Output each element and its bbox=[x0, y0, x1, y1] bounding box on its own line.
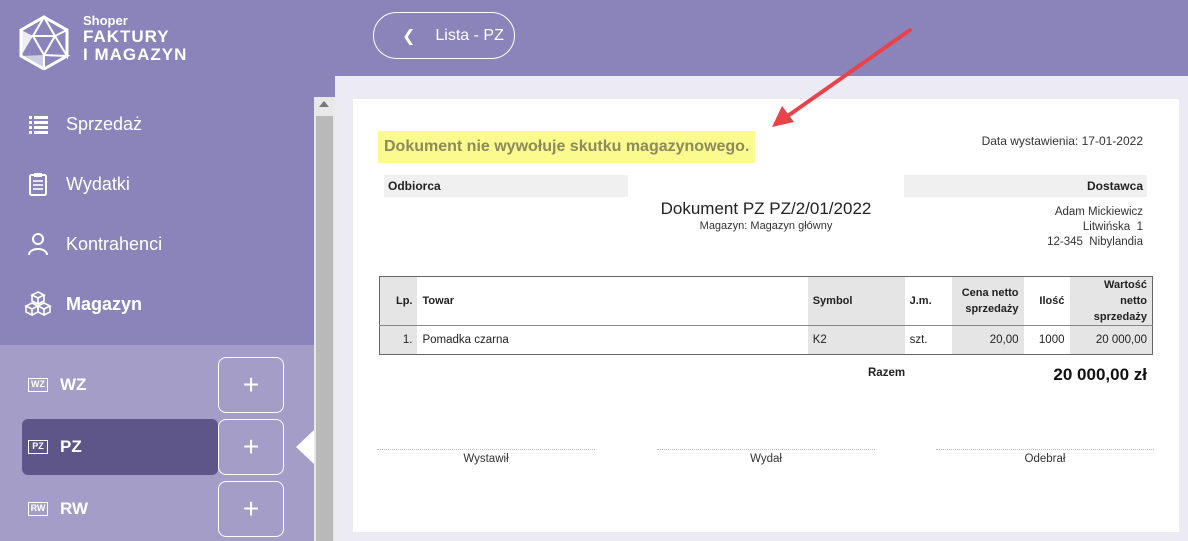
nav-label-wydatki: Wydatki bbox=[66, 173, 130, 194]
brand-small: Shoper bbox=[83, 13, 128, 28]
supplier-city: 12-345 Nibylandia bbox=[1047, 236, 1143, 248]
col-symbol: Symbol bbox=[807, 276, 905, 326]
signature-issued: Wystawił bbox=[377, 449, 595, 465]
issue-date: Data wystawienia: 17-01-2022 bbox=[981, 134, 1143, 148]
sidebar-scrollbar[interactable] bbox=[314, 97, 335, 541]
total-value: 20 000,00 zł bbox=[1053, 365, 1147, 384]
back-button-label: Lista - PZ bbox=[435, 26, 504, 44]
scroll-up-arrow-icon[interactable] bbox=[319, 101, 329, 107]
active-pointer bbox=[296, 430, 314, 464]
clipboard-icon bbox=[29, 173, 47, 196]
subnav-item-pz[interactable]: PZ PZ bbox=[22, 419, 218, 475]
add-pz-button[interactable]: + bbox=[218, 419, 284, 475]
no-stock-effect-notice: Dokument nie wywołuje skutku magazynoweg… bbox=[378, 131, 756, 163]
cell-lp: 1. bbox=[379, 325, 418, 355]
document-preview: Dokument nie wywołuje skutku magazynoweg… bbox=[353, 99, 1179, 532]
subnav-panel: WZ WZ + PZ PZ + RW RW + bbox=[0, 345, 314, 541]
col-wartosc: Wartość netto sprzedaży bbox=[1069, 276, 1153, 326]
table-row: 1. Pomadka czarna K2 szt. 20,00 1000 20 … bbox=[379, 325, 1153, 355]
pz-doc-icon: PZ bbox=[28, 440, 48, 454]
nav-item-kontrahenci[interactable]: Kontrahenci bbox=[24, 230, 162, 258]
cell-ilosc: 1000 bbox=[1023, 325, 1070, 355]
wz-doc-icon: WZ bbox=[28, 378, 48, 392]
add-wz-button[interactable]: + bbox=[218, 357, 284, 413]
person-icon bbox=[28, 233, 48, 256]
signature-received: Odebrał bbox=[936, 449, 1154, 465]
logo[interactable]: Shoper FAKTURY I MAGAZYN bbox=[16, 14, 266, 70]
cell-symbol: K2 bbox=[807, 325, 905, 355]
brand-line2: I MAGAZYN bbox=[83, 45, 188, 64]
table-header-row: Lp. Towar Symbol J.m. Cena netto sprzeda… bbox=[379, 276, 1153, 326]
col-towar: Towar bbox=[417, 276, 808, 326]
cell-jm: szt. bbox=[904, 325, 952, 355]
list-icon bbox=[29, 116, 48, 134]
nav-item-wydatki[interactable]: Wydatki bbox=[24, 170, 130, 198]
logo-hexagon-icon bbox=[19, 15, 71, 70]
recipient-header: Odbiorca bbox=[384, 175, 628, 197]
subnav-label-pz: PZ bbox=[60, 437, 82, 456]
rw-doc-icon: RW bbox=[28, 502, 48, 516]
brand-line1: FAKTURY bbox=[83, 27, 170, 46]
supplier-header: Dostawca bbox=[904, 175, 1147, 197]
supplier-address: Adam Mickiewicz Litwińska 1 12-345 Nibyl… bbox=[1047, 205, 1143, 250]
nav-label-sprzedaz: Sprzedaż bbox=[66, 113, 143, 134]
subnav-label-wz: WZ bbox=[60, 375, 87, 394]
back-to-list-button[interactable]: ❮ Lista - PZ bbox=[373, 12, 515, 59]
col-jm: J.m. bbox=[904, 276, 952, 326]
nav-item-sprzedaz[interactable]: Sprzedaż bbox=[24, 110, 142, 138]
subnav-item-wz[interactable]: WZ WZ bbox=[22, 357, 218, 413]
items-table: Lp. Towar Symbol J.m. Cena netto sprzeda… bbox=[379, 276, 1153, 355]
col-lp: Lp. bbox=[379, 276, 418, 326]
chevron-left-icon: ❮ bbox=[402, 27, 416, 45]
annotation-arrow-icon bbox=[772, 28, 912, 127]
col-ilosc: Ilość bbox=[1023, 276, 1070, 326]
add-rw-button[interactable]: + bbox=[218, 481, 284, 537]
nav-label-magazyn: Magazyn bbox=[66, 293, 143, 314]
signature-released: Wydał bbox=[657, 449, 875, 465]
supplier-name: Adam Mickiewicz bbox=[1054, 206, 1143, 218]
nav-item-magazyn[interactable]: Magazyn bbox=[24, 290, 142, 318]
cell-cena: 20,00 bbox=[951, 325, 1024, 355]
total-label: Razem bbox=[868, 367, 906, 379]
scroll-thumb[interactable] bbox=[316, 116, 333, 541]
cell-towar: Pomadka czarna bbox=[417, 325, 808, 355]
subnav-item-rw[interactable]: RW RW bbox=[22, 481, 218, 537]
nav-label-kontrahenci: Kontrahenci bbox=[66, 233, 163, 254]
cell-wartosc: 20 000,00 bbox=[1069, 325, 1153, 355]
supplier-street: Litwińska 1 bbox=[1082, 221, 1143, 233]
col-cena: Cena netto sprzedaży bbox=[951, 276, 1024, 326]
subnav-label-rw: RW bbox=[60, 499, 89, 518]
boxes-icon bbox=[24, 291, 52, 317]
